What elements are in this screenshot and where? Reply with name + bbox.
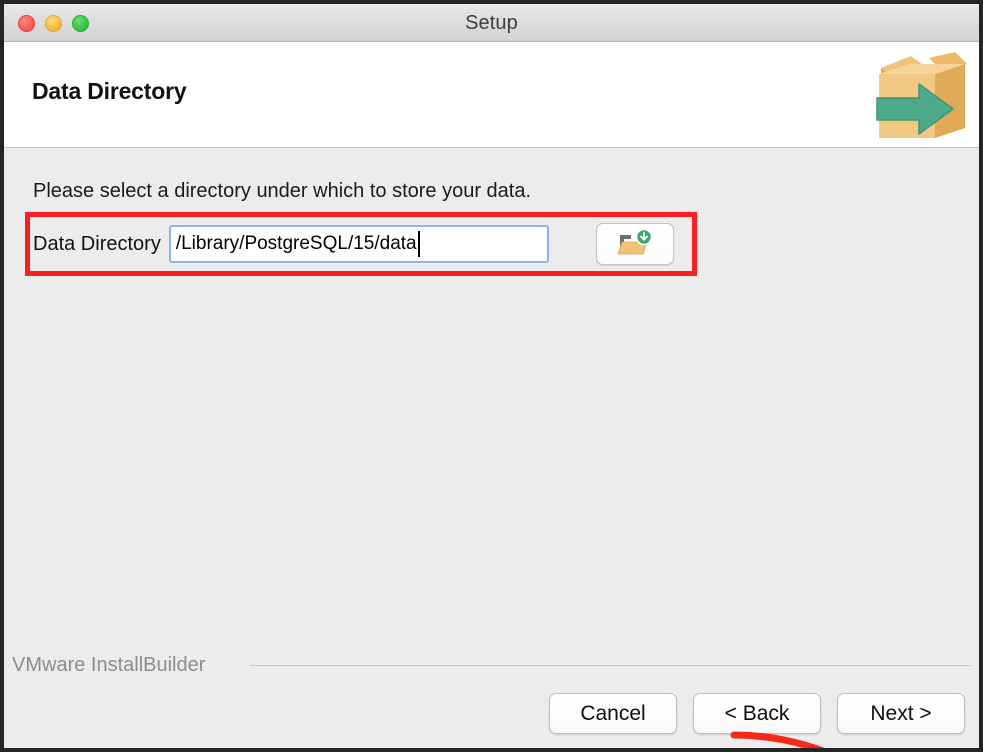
dialog-button-bar: Cancel < Back Next >	[549, 693, 965, 734]
page-title: Data Directory	[32, 78, 187, 104]
next-button[interactable]: Next >	[837, 693, 965, 734]
window-title: Setup	[465, 12, 518, 34]
data-directory-input[interactable]	[168, 225, 549, 263]
dialog-body: Please select a directory under which to…	[4, 148, 979, 748]
title-bar: Setup	[4, 4, 979, 42]
open-folder-download-icon	[617, 229, 653, 255]
footer-divider	[250, 665, 971, 666]
data-directory-field-row: Data Directory	[33, 222, 683, 266]
cancel-button[interactable]: Cancel	[549, 693, 677, 734]
installbuilder-brand-label: VMware InstallBuilder	[12, 654, 206, 676]
browse-directory-button[interactable]	[596, 223, 674, 265]
text-cursor	[417, 231, 420, 257]
instruction-text: Please select a directory under which to…	[33, 180, 532, 202]
back-button[interactable]: < Back	[693, 693, 821, 734]
setup-window: Setup Data Directory Please select a dir…	[0, 0, 983, 752]
data-directory-label: Data Directory	[33, 232, 161, 255]
header-band: Data Directory	[4, 42, 979, 148]
installer-box-icon	[876, 52, 967, 138]
